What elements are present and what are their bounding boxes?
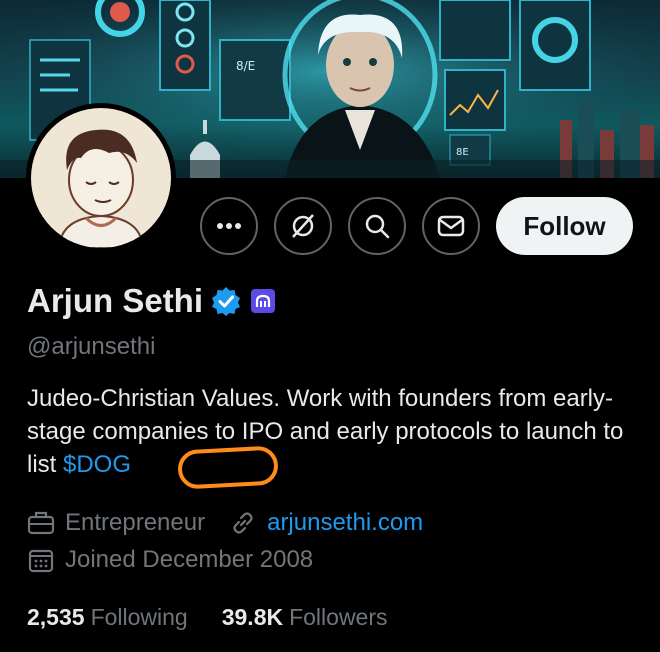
message-button[interactable] (422, 197, 480, 255)
profile-website-link[interactable]: arjunsethi.com (267, 509, 423, 537)
profile-meta-row-1: Entrepreneur arjunsethi.com (27, 509, 423, 537)
profile-meta-row-2: Joined December 2008 (27, 546, 313, 574)
following-label: Following (90, 604, 188, 630)
affiliation-badge[interactable] (251, 289, 276, 313)
profile-avatar[interactable] (26, 103, 176, 253)
grok-slash-icon (292, 214, 314, 238)
more-options-button[interactable] (200, 197, 258, 255)
profile-joined-date: Joined December 2008 (65, 546, 314, 573)
profile-name: Arjun Sethi (27, 282, 204, 319)
profile-name-row: Arjun Sethi (27, 282, 276, 320)
link-icon (233, 512, 253, 534)
bio-cashtag-link[interactable]: $DOG (63, 451, 131, 478)
profile-stats: 2,535 Following 39.8K Followers (27, 604, 388, 631)
followers-stat[interactable]: 39.8K Followers (222, 604, 388, 631)
more-horizontal-icon (217, 223, 241, 229)
following-stat[interactable]: 2,535 Following (27, 604, 188, 631)
followers-count: 39.8K (221, 604, 284, 630)
search-icon (365, 214, 390, 239)
profile-category: Entrepreneur (65, 509, 206, 536)
verified-badge-icon[interactable] (211, 286, 241, 316)
banner-panel-text-2: 8E (456, 147, 469, 158)
followers-label: Followers (289, 604, 388, 630)
calendar-icon (28, 549, 54, 573)
following-count: 2,535 (27, 604, 85, 630)
briefcase-icon (27, 511, 55, 535)
envelope-icon (437, 215, 465, 237)
profile-bio: Judeo-Christian Values. Work with founde… (27, 382, 647, 481)
cashtag-highlight-annotation (177, 445, 279, 490)
banner-panel-text: 8/E (236, 59, 255, 73)
grok-button[interactable] (274, 197, 332, 255)
follow-button[interactable]: Follow (496, 197, 633, 255)
affiliate-logo-icon (255, 294, 271, 307)
avatar-illustration (31, 108, 171, 248)
search-profile-button[interactable] (348, 197, 406, 255)
profile-handle: @arjunsethi (27, 333, 156, 360)
